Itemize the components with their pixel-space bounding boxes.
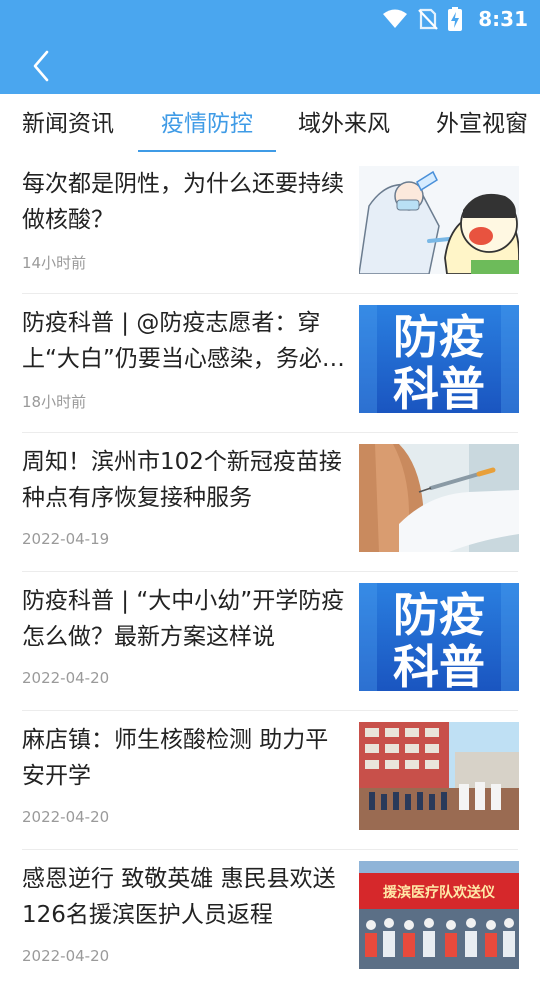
news-thumbnail [359, 722, 519, 830]
wifi-icon [382, 9, 408, 29]
category-tabs: 新闻资讯 疫情防控 域外来风 外宣视窗 [0, 94, 540, 154]
news-thumbnail [359, 444, 519, 552]
news-title: 防疫科普 | @防疫志愿者：穿上“大白”仍要当心感染，务必做好个人防护 [22, 310, 345, 372]
news-thumbnail: 援滨医疗队欢送仪 [359, 861, 519, 969]
back-button[interactable] [22, 48, 62, 88]
news-item[interactable]: 防疫科普 | “大中小幼”开学防疫怎么做？最新方案这样说 2022-04-20 … [0, 571, 540, 710]
no-sim-icon [418, 7, 439, 31]
active-tab-indicator [138, 150, 276, 152]
news-time: 18小时前 [22, 393, 87, 411]
news-time: 2022-04-20 [22, 947, 110, 965]
news-time: 2022-04-20 [22, 669, 110, 687]
news-item[interactable]: 感恩逆行 致敬英雄 惠民县欢送126名援滨医护人员返程 2022-04-20 援… [0, 849, 540, 988]
news-title: 每次都是阴性，为什么还要持续做核酸？ [22, 171, 344, 233]
news-thumbnail [359, 166, 519, 274]
battery-charging-icon [448, 7, 463, 31]
tab-epidemic-control[interactable]: 疫情防控 [138, 94, 276, 154]
tab-publicity[interactable]: 外宣视窗 [436, 94, 528, 154]
news-thumbnail: 防疫 科普 [359, 583, 519, 691]
banner-text-bottom: 科普 [393, 362, 485, 413]
news-feed: 每次都是阴性，为什么还要持续做核酸？ 14小时前 防疫科普 | @防疫志愿者：穿… [0, 154, 540, 988]
news-title: 周知！滨州市102个新冠疫苗接种点有序恢复接种服务 [22, 449, 342, 511]
news-item[interactable]: 麻店镇：师生核酸检测 助力平安开学 2022-04-20 [0, 710, 540, 849]
news-time: 14小时前 [22, 254, 87, 272]
status-bar: 8:31 [0, 0, 540, 38]
news-time: 2022-04-19 [22, 530, 110, 548]
banner-text-bottom: 科普 [393, 640, 485, 691]
news-title: 防疫科普 | “大中小幼”开学防疫怎么做？最新方案这样说 [22, 588, 345, 650]
banner-text-top: 防疫 [393, 588, 485, 642]
news-item[interactable]: 每次都是阴性，为什么还要持续做核酸？ 14小时前 [0, 154, 540, 293]
status-time: 8:31 [478, 7, 528, 31]
banner-caption: 援滨医疗队欢送仪 [383, 884, 496, 901]
status-icons: 8:31 [382, 4, 528, 34]
tab-overseas[interactable]: 域外来风 [298, 94, 390, 154]
app-bar [0, 38, 540, 94]
news-item[interactable]: 周知！滨州市102个新冠疫苗接种点有序恢复接种服务 2022-04-19 [0, 432, 540, 571]
news-title: 麻店镇：师生核酸检测 助力平安开学 [22, 727, 329, 789]
news-item[interactable]: 防疫科普 | @防疫志愿者：穿上“大白”仍要当心感染，务必做好个人防护 18小时… [0, 293, 540, 432]
tab-news[interactable]: 新闻资讯 [22, 94, 114, 154]
chevron-left-icon [32, 49, 52, 87]
news-title: 感恩逆行 致敬英雄 惠民县欢送126名援滨医护人员返程 [22, 866, 336, 928]
news-thumbnail: 防疫 科普 [359, 305, 519, 413]
banner-text-top: 防疫 [393, 310, 485, 364]
news-time: 2022-04-20 [22, 808, 110, 826]
